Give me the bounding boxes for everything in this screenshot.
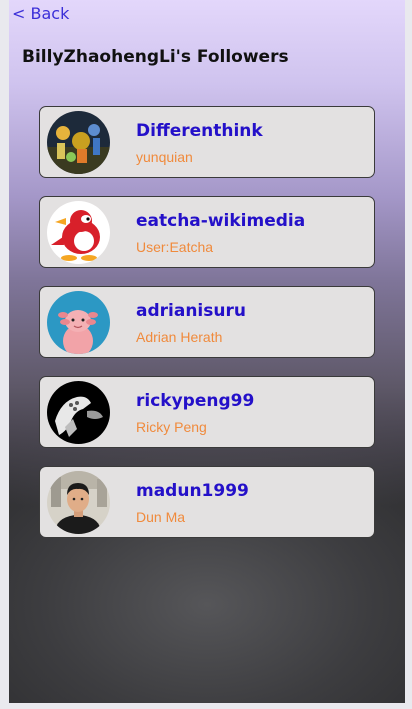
follower-display-name: Dun Ma	[136, 509, 186, 525]
follower-card[interactable]: adrianisuru Adrian Herath	[39, 286, 375, 358]
avatar	[47, 201, 110, 264]
back-button[interactable]: < Back	[12, 4, 69, 23]
follower-display-name: User:Eatcha	[136, 239, 214, 255]
follower-display-name: Ricky Peng	[136, 419, 207, 435]
follower-display-name: Adrian Herath	[136, 329, 223, 345]
follower-username[interactable]: madun1999	[136, 481, 249, 501]
page-title: BillyZhaohengLi's Followers	[22, 47, 289, 67]
follower-username[interactable]: rickypeng99	[136, 391, 254, 411]
follower-username[interactable]: Differenthink	[136, 121, 263, 141]
follower-card[interactable]: rickypeng99 Ricky Peng	[39, 376, 375, 448]
follower-display-name: yunquian	[136, 149, 193, 165]
avatar	[47, 291, 110, 354]
avatar	[47, 471, 110, 534]
follower-card[interactable]: eatcha-wikimedia User:Eatcha	[39, 196, 375, 268]
follower-username[interactable]: eatcha-wikimedia	[136, 211, 305, 231]
follower-username[interactable]: adrianisuru	[136, 301, 246, 321]
follower-card[interactable]: madun1999 Dun Ma	[39, 466, 375, 538]
avatar	[47, 381, 110, 444]
avatar	[47, 111, 110, 174]
app-screen: < Back BillyZhaohengLi's Followers Diffe…	[9, 0, 405, 703]
followers-list: Differenthink yunquian eatcha-wikimedia …	[39, 106, 375, 556]
follower-card[interactable]: Differenthink yunquian	[39, 106, 375, 178]
